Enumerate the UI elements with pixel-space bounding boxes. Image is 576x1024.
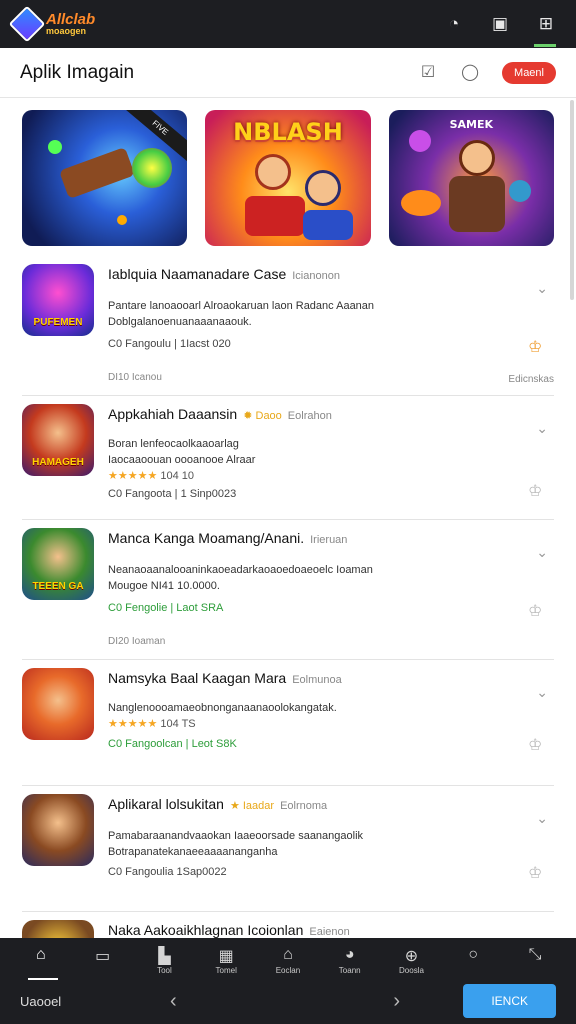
app-tag: Eaienon (309, 926, 350, 938)
app-tag: Eolmunoa (292, 674, 342, 686)
chat-bubble-icon[interactable]: ◯ (460, 63, 480, 83)
app-title: Naka Aakoaikhlagnan Icoionlan (108, 922, 304, 938)
chevron-down-icon[interactable]: ⌄ (536, 280, 548, 297)
app-title: Appkahiah Daaansin (108, 406, 238, 422)
crown-icon[interactable]: ♔ (528, 738, 546, 754)
nav-card[interactable]: ▭ (77, 946, 129, 980)
nav-clock[interactable]: ◕ Toann (324, 946, 376, 980)
clock-icon[interactable]: ◔ (444, 14, 464, 34)
crown-icon[interactable]: ♔ (528, 866, 546, 882)
app-desc: Pamabaraanandvaaokan Iaaeoorsade saanang… (108, 830, 364, 842)
list-item[interactable]: HAMAGEH Appkahiah Daaansin ✹ Daoo Eolrahon… (22, 396, 554, 520)
app-icon (22, 794, 94, 866)
app-icon: HAMAGEH (22, 404, 94, 476)
logo-subtitle: moaogen (46, 26, 87, 36)
chevron-down-icon[interactable]: ⌄ (536, 810, 548, 827)
app-icon: PUFEMEN (22, 264, 94, 336)
app-title: Namsyka Baal Kaagan Mara (108, 670, 287, 686)
featured-tag: ✹ Daoo (243, 410, 282, 422)
rating-stars: ★★★★★ (108, 718, 158, 730)
window-icon[interactable]: ▣ (490, 14, 510, 34)
featured-tag: ★ Iaadar (229, 800, 275, 812)
app-tag: Icianonon (292, 270, 340, 282)
app-desc-2: Doblgalanoenuanaaanaaouk. (108, 316, 252, 328)
logo-diamond-icon (8, 5, 46, 43)
crown-icon[interactable]: ♔ (528, 604, 546, 620)
featured-banners: FIVE NBLASH SAMEK (22, 110, 554, 246)
rating-count: 104 10 (160, 470, 195, 482)
crown-icon[interactable]: ♔ (528, 484, 546, 500)
banner-2[interactable]: NBLASH (205, 110, 371, 246)
app-desc: Nanglenoooamaeobnonganaanaoolokangatak. (108, 702, 337, 714)
app-desc-2: Mougoe NI41 10.0000. (108, 580, 220, 592)
top-bar: Allclab moaogen ◔ ▣ ⊞ (0, 0, 576, 48)
row-footer-right: Edicnskas (508, 374, 554, 385)
chevron-down-icon[interactable]: ⌄ (536, 684, 548, 701)
chevron-right-icon[interactable]: › (393, 990, 400, 1013)
app-tag: Eolrnoma (280, 800, 328, 812)
nav-search[interactable]: ○ (447, 946, 499, 980)
globe-icon: ⊕ (404, 948, 419, 965)
row-footer: DI20 Ioaman (108, 636, 166, 647)
nav-shop[interactable]: ⌂ Eoclan (262, 946, 314, 980)
app-desc-2: Iaocaaoouan oooanooe Alraar (108, 454, 256, 466)
page-header: Aplik Imagain ☑ ◯ Maenl (0, 48, 576, 98)
app-tag: Irieruan (310, 534, 348, 546)
home-icon: ⌂ (36, 946, 46, 963)
app-meta: C0 Fengolie | Laot SRA (108, 602, 224, 614)
nav-home[interactable]: ⌂ (15, 946, 67, 980)
list-item[interactable]: PUFEMEN Iablquia Naamanadare Case Icianon… (22, 256, 554, 396)
app-title: Aplikaral lolsukitan (108, 796, 224, 812)
store-icon: ▙ (158, 948, 171, 965)
app-meta: C0 Fangoota | 1 Sinp0023 (108, 488, 237, 500)
app-meta: C0 Fangoolcan | Leot S8K (108, 738, 237, 750)
nav-store[interactable]: ▙ Tool (138, 946, 190, 980)
page-title: Aplik Imagain (20, 61, 135, 83)
expand-icon: ⤡ (528, 946, 542, 963)
app-desc: Neanaoaanalooaninkaoeadarkaoaoedoaeoelc … (108, 564, 373, 576)
app-icon (22, 668, 94, 740)
app-title: Iablquia Naamanadare Case (108, 266, 287, 282)
list-item[interactable]: Namsyka Baal Kaagan Mara Eolmunoa Nanglen… (22, 660, 554, 786)
app-tag: Eolrahon (287, 410, 332, 422)
app-desc-2: Botrapanatekanaeeaaaananganha (108, 846, 278, 858)
rating-stars: ★★★★★ (108, 470, 158, 482)
shop-icon: ⌂ (283, 946, 293, 963)
rating-count: 104 TS (160, 718, 196, 730)
grid-icon: ▦ (218, 948, 234, 965)
app-logo[interactable]: Allclab moaogen (8, 5, 96, 43)
app-icon: TEEEN GA (22, 528, 94, 600)
banner-title: NBLASH (233, 118, 343, 146)
logo-title: Allclab (46, 11, 96, 28)
nav-grid[interactable]: ▦ Tomel (200, 946, 252, 980)
list-item[interactable]: TEEEN GA Manca Kanga Moamang/Anani. Irier… (22, 520, 554, 660)
primary-cta-button[interactable]: IENCK (463, 984, 556, 1018)
chevron-down-icon[interactable]: ⌄ (536, 420, 548, 437)
row-footer: DI10 Icanou (108, 372, 162, 383)
card-icon: ▭ (95, 948, 111, 965)
nav-globe[interactable]: ⊕ Doosla (385, 946, 437, 980)
settings-icon[interactable]: ⊞ (536, 14, 556, 34)
active-indicator (534, 44, 556, 47)
app-title: Manca Kanga Moamang/Anani. (108, 530, 305, 546)
banner-title: SAMEK (449, 118, 494, 131)
bottom-left-label: Uaooel (20, 993, 62, 1009)
app-desc: Pantare lanoaooarl Alroaokaruan laon Rad… (108, 300, 375, 312)
app-list: PUFEMEN Iablquia Naamanadare Case Icianon… (0, 256, 576, 992)
checklist-icon[interactable]: ☑ (418, 63, 438, 83)
app-meta: C0 Fangoulia 1Sap0022 (108, 866, 227, 878)
clock-icon: ◕ (344, 946, 355, 963)
banner-1[interactable]: FIVE (22, 110, 188, 246)
banner-3[interactable]: SAMEK (388, 110, 554, 246)
chevron-down-icon[interactable]: ⌄ (536, 544, 548, 561)
search-icon: ○ (468, 946, 479, 963)
app-desc: Boran lenfeocaolkaaoarlag (108, 438, 239, 450)
chevron-left-icon[interactable]: ‹ (170, 990, 177, 1013)
app-meta: C0 Fangoulu | 1Iacst 020 (108, 338, 231, 350)
crown-icon[interactable]: ♔ (528, 340, 546, 356)
nav-expand[interactable]: ⤡ (509, 946, 561, 980)
list-item[interactable]: Aplikaral lolsukitan ★ Iaadar Eolrnoma Pam… (22, 786, 554, 912)
header-action-button[interactable]: Maenl (502, 61, 556, 84)
